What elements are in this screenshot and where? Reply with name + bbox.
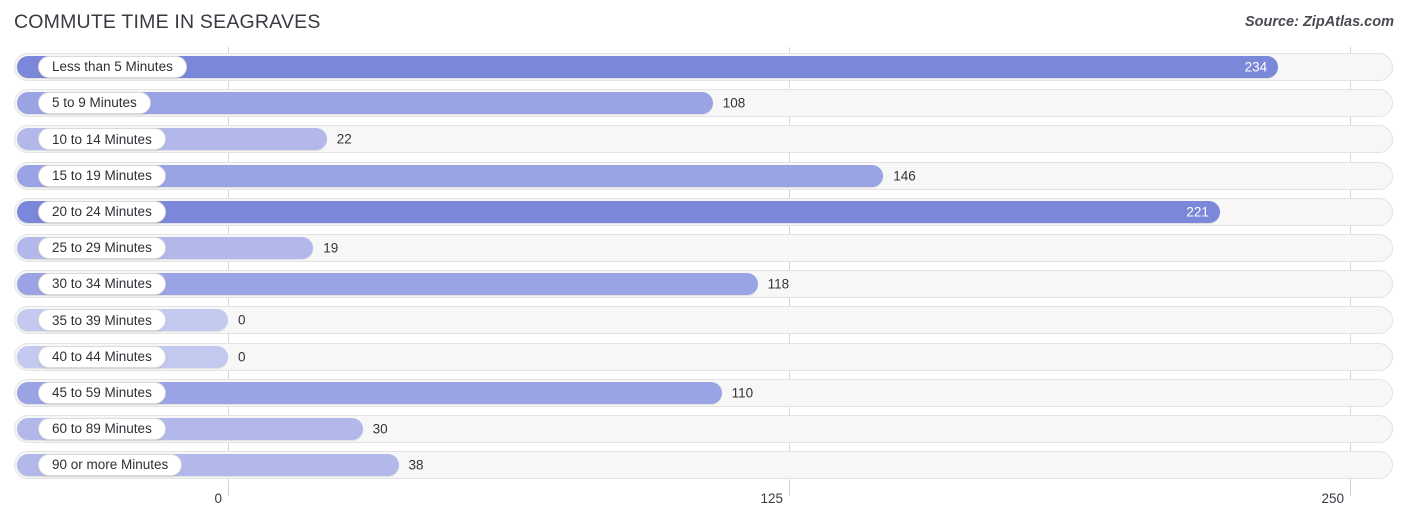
category-label: 60 to 89 Minutes (52, 421, 152, 437)
bar-value-label: 234 (1244, 59, 1268, 75)
category-label: 10 to 14 Minutes (52, 131, 152, 147)
table-row[interactable]: 60 to 89 Minutes 30 (14, 415, 1393, 443)
axis-tick-label: 125 (760, 491, 783, 506)
bar[interactable]: 234 (17, 56, 1279, 78)
table-row[interactable]: 15 to 19 Minutes 146 (14, 161, 1393, 190)
plot-area: 234 Less than 5 Minutes 5 to 9 Minutes 108 1… (0, 47, 1406, 485)
category-label-pill[interactable]: Less than 5 Minutes (38, 56, 187, 78)
bar-value-label: 108 (722, 95, 746, 111)
table-row[interactable]: 35 to 39 Minutes 0 (14, 306, 1393, 335)
category-label: 5 to 9 Minutes (52, 95, 137, 111)
table-row[interactable]: 234 Less than 5 Minutes (14, 53, 1393, 81)
category-label: 45 to 59 Minutes (52, 385, 152, 401)
bar-value-label: 0 (238, 312, 246, 328)
category-label-pill[interactable]: 90 or more Minutes (38, 454, 183, 477)
source-attribution: Source: ZipAtlas.com (1244, 14, 1394, 30)
category-label-pill[interactable]: 5 to 9 Minutes (38, 92, 151, 115)
table-row[interactable]: 45 to 59 Minutes 110 (14, 378, 1393, 407)
table-row[interactable]: 221 20 to 24 Minutes (14, 197, 1393, 226)
table-row[interactable]: 90 or more Minutes 38 (14, 451, 1393, 480)
axis-tick-label: 250 (1321, 491, 1344, 506)
commute-time-bar-chart: COMMUTE TIME IN SEAGRAVES Source: ZipAtl… (0, 0, 1406, 523)
bar-value-label: 22 (336, 131, 352, 147)
category-label-pill[interactable]: 10 to 14 Minutes (38, 128, 166, 151)
category-label-pill[interactable]: 40 to 44 Minutes (38, 345, 166, 368)
bar-value-label: 0 (238, 349, 246, 365)
chart-header: COMMUTE TIME IN SEAGRAVES Source: ZipAtl… (0, 0, 1406, 44)
table-row[interactable]: 40 to 44 Minutes 0 (14, 342, 1393, 371)
x-axis: 0 125 250 (0, 485, 1406, 523)
bar-value-label: 110 (731, 385, 754, 401)
table-row[interactable]: 30 to 34 Minutes 118 (14, 270, 1393, 299)
bar-value-label: 19 (323, 240, 339, 256)
table-row[interactable]: 5 to 9 Minutes 108 (14, 89, 1393, 118)
category-label: Less than 5 Minutes (52, 59, 173, 75)
axis-tick (228, 485, 229, 496)
category-label: 25 to 29 Minutes (52, 240, 152, 256)
category-label: 20 to 24 Minutes (52, 204, 152, 220)
category-label: 35 to 39 Minutes (52, 312, 152, 328)
table-row[interactable]: 25 to 29 Minutes 19 (14, 234, 1393, 262)
bar-value-label: 146 (893, 168, 916, 184)
category-label: 30 to 34 Minutes (52, 276, 152, 292)
category-label: 15 to 19 Minutes (52, 167, 152, 183)
table-row[interactable]: 10 to 14 Minutes 22 (14, 125, 1393, 154)
axis-tick-label: 0 (214, 491, 222, 506)
bar-value-label: 118 (767, 276, 790, 292)
bar[interactable]: 221 (17, 200, 1220, 223)
axis-tick (789, 485, 790, 496)
category-label: 40 to 44 Minutes (52, 348, 152, 364)
category-label-pill[interactable]: 45 to 59 Minutes (38, 381, 166, 404)
category-label: 90 or more Minutes (52, 457, 169, 473)
page-title: COMMUTE TIME IN SEAGRAVES (14, 11, 321, 33)
bar-value-label: 30 (372, 421, 388, 437)
bar-value-label: 38 (408, 457, 424, 473)
category-label-pill[interactable]: 25 to 29 Minutes (38, 237, 166, 259)
bar-rows: 234 Less than 5 Minutes 5 to 9 Minutes 108 1… (0, 47, 1406, 485)
category-label-pill[interactable]: 30 to 34 Minutes (38, 273, 166, 296)
category-label-pill[interactable]: 15 to 19 Minutes (38, 164, 166, 187)
category-label-pill[interactable]: 35 to 39 Minutes (38, 309, 166, 332)
bar-value-label: 221 (1186, 204, 1209, 220)
category-label-pill[interactable]: 60 to 89 Minutes (38, 418, 166, 440)
category-label-pill[interactable]: 20 to 24 Minutes (38, 200, 166, 223)
axis-tick (1350, 485, 1351, 496)
